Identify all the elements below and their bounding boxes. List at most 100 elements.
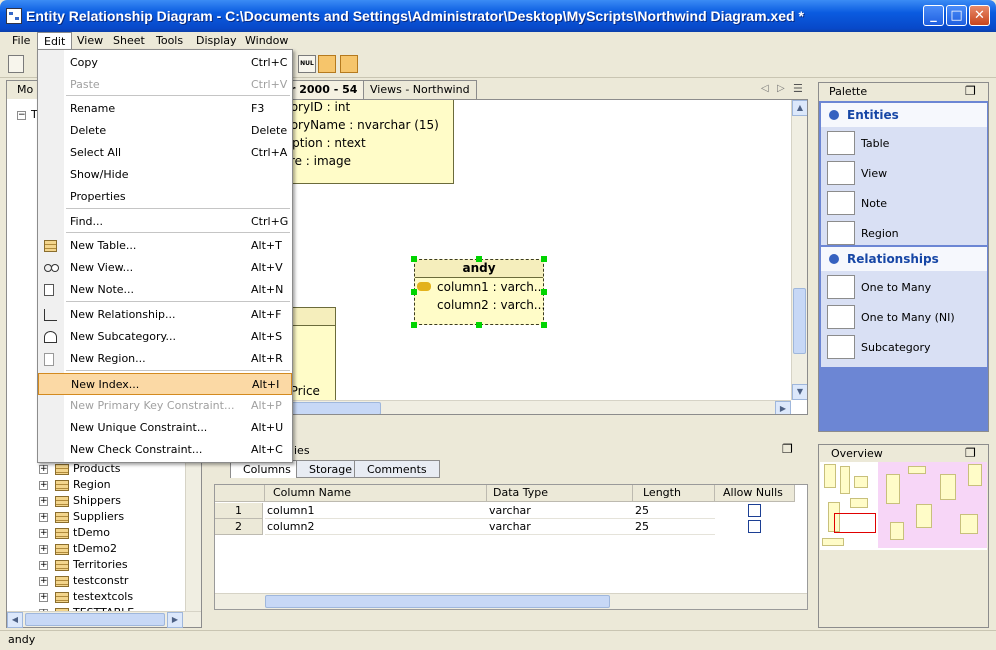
- allow-nulls-checkbox[interactable]: [748, 504, 761, 517]
- palette-item[interactable]: Note: [821, 189, 987, 219]
- maximize-button[interactable]: □: [946, 5, 967, 26]
- selection-handle[interactable]: [541, 322, 547, 328]
- scroll-thumb[interactable]: [793, 288, 806, 354]
- scroll-thumb[interactable]: [265, 595, 610, 608]
- tree-expand-icon[interactable]: +: [39, 529, 48, 538]
- tree-expand-icon[interactable]: −: [17, 111, 26, 120]
- selection-handle[interactable]: [411, 256, 417, 262]
- menu-item-paste[interactable]: Paste Ctrl+V: [38, 74, 292, 96]
- nullable-toggle-button[interactable]: NUL: [298, 55, 316, 73]
- menu-window[interactable]: Window: [239, 32, 294, 50]
- tree-item-table[interactable]: + tDemo2: [7, 541, 177, 557]
- menu-item-show-hide[interactable]: Show/Hide: [38, 164, 292, 186]
- selection-handle[interactable]: [476, 256, 482, 262]
- diagram-canvas[interactable]: tegoryID : int tegoryName : nvarchar (15…: [205, 99, 808, 415]
- show-columns-icon[interactable]: [318, 55, 336, 73]
- canvas-vertical-scrollbar[interactable]: ▲ ▼: [791, 100, 807, 400]
- tab-views-northwind[interactable]: Views - Northwind: [363, 80, 477, 99]
- menu-display[interactable]: Display: [190, 32, 243, 50]
- menu-item-properties[interactable]: Properties: [38, 186, 292, 208]
- scroll-up-arrow[interactable]: ▲: [792, 100, 807, 116]
- selection-handle[interactable]: [541, 289, 547, 295]
- collapse-icon[interactable]: [829, 110, 839, 120]
- close-button[interactable]: ✕: [969, 5, 990, 26]
- row-number[interactable]: 1: [215, 503, 263, 519]
- menu-item-select-all[interactable]: Select All Ctrl+A: [38, 142, 292, 164]
- tree-expand-icon[interactable]: +: [39, 545, 48, 554]
- palette-group-title[interactable]: Relationships: [821, 247, 987, 271]
- tab-scroll-right-icon[interactable]: ▷: [777, 83, 785, 94]
- menu-file[interactable]: File: [6, 32, 36, 50]
- cell-column-name[interactable]: column2: [265, 519, 487, 535]
- column-header-name[interactable]: Column Name: [265, 485, 487, 502]
- entity-andy[interactable]: andy column1 : varch... column2 : varch.…: [414, 259, 545, 325]
- row-number[interactable]: 2: [215, 519, 263, 535]
- scroll-thumb[interactable]: [25, 613, 165, 626]
- menu-item-new-unique-constraint[interactable]: New Unique Constraint... Alt+U: [38, 417, 292, 439]
- menu-view[interactable]: View: [71, 32, 109, 50]
- scroll-down-arrow[interactable]: ▼: [792, 384, 807, 400]
- save-icon[interactable]: [8, 55, 24, 73]
- column-header-allow-nulls[interactable]: Allow Nulls: [715, 485, 795, 502]
- canvas-horizontal-scrollbar[interactable]: ▶: [206, 400, 791, 414]
- menu-item-new-relationship[interactable]: New Relationship... Alt+F: [38, 304, 292, 326]
- palette-item[interactable]: Subcategory: [821, 333, 987, 363]
- tree-expand-icon[interactable]: +: [39, 513, 48, 522]
- tree-expand-icon[interactable]: +: [39, 577, 48, 586]
- menu-item-new-region[interactable]: New Region... Alt+R: [38, 348, 292, 370]
- menu-item-new-view[interactable]: New View... Alt+V: [38, 257, 292, 279]
- tree-item-table[interactable]: + Products: [7, 461, 177, 477]
- tab-diagram-active[interactable]: r 2000 - 54: [283, 80, 365, 99]
- menu-item-delete[interactable]: Delete Delete: [38, 120, 292, 142]
- show-keys-icon[interactable]: [340, 55, 358, 73]
- minimize-button[interactable]: _: [923, 5, 944, 26]
- entity-categories[interactable]: tegoryID : int tegoryName : nvarchar (15…: [266, 100, 454, 184]
- model-pane-horizontal-scrollbar[interactable]: ◀ ▶: [7, 611, 201, 628]
- menu-item-new-table[interactable]: New Table... Alt+T: [38, 235, 292, 257]
- menu-item-new-note[interactable]: New Note... Alt+N: [38, 279, 292, 301]
- cell-length[interactable]: 25: [633, 519, 715, 535]
- selection-handle[interactable]: [541, 256, 547, 262]
- palette-group-title[interactable]: Entities: [821, 103, 987, 127]
- tree-expand-icon[interactable]: +: [39, 593, 48, 602]
- tree-item-table[interactable]: + testextcols: [7, 589, 177, 605]
- grid-horizontal-scrollbar[interactable]: [215, 593, 807, 609]
- collapse-icon[interactable]: [829, 254, 839, 264]
- menu-item-rename[interactable]: Rename F3: [38, 98, 292, 120]
- tab-list-icon[interactable]: ☰: [793, 82, 803, 95]
- maximize-pane-icon[interactable]: ❐: [782, 442, 793, 456]
- scroll-right-arrow[interactable]: ▶: [167, 612, 183, 628]
- maximize-pane-icon[interactable]: ❐: [965, 84, 976, 98]
- tab-scroll-left-icon[interactable]: ◁: [761, 83, 769, 94]
- menu-item-new-subcategory[interactable]: New Subcategory... Alt+S: [38, 326, 292, 348]
- tab-comments[interactable]: Comments: [354, 460, 440, 478]
- tree-expand-icon[interactable]: +: [39, 465, 48, 474]
- palette-item[interactable]: Table: [821, 129, 987, 159]
- tree-expand-icon[interactable]: +: [39, 481, 48, 490]
- cell-length[interactable]: 25: [633, 503, 715, 519]
- tree-item-table[interactable]: + Region: [7, 477, 177, 493]
- scroll-left-arrow[interactable]: ◀: [7, 612, 23, 628]
- tree-item-table[interactable]: + Territories: [7, 557, 177, 573]
- menu-tools[interactable]: Tools: [150, 32, 189, 50]
- menu-sheet[interactable]: Sheet: [107, 32, 151, 50]
- selection-handle[interactable]: [411, 322, 417, 328]
- palette-item[interactable]: One to Many (NI): [821, 303, 987, 333]
- scroll-right-arrow[interactable]: ▶: [775, 401, 791, 414]
- selection-handle[interactable]: [411, 289, 417, 295]
- overview-viewport[interactable]: [834, 513, 876, 533]
- menu-item-copy[interactable]: Copy Ctrl+C: [38, 52, 292, 74]
- allow-nulls-checkbox[interactable]: [748, 520, 761, 533]
- cell-data-type[interactable]: varchar: [487, 519, 633, 535]
- tree-expand-icon[interactable]: +: [39, 497, 48, 506]
- tree-item-table[interactable]: + tDemo: [7, 525, 177, 541]
- menu-edit[interactable]: Edit: [37, 32, 73, 50]
- column-header-length[interactable]: Length: [633, 485, 715, 502]
- menu-item-new-check-constraint[interactable]: New Check Constraint... Alt+C: [38, 439, 292, 461]
- palette-item[interactable]: Region: [821, 219, 987, 249]
- palette-item[interactable]: View: [821, 159, 987, 189]
- cell-column-name[interactable]: column1: [265, 503, 487, 519]
- palette-item[interactable]: One to Many: [821, 273, 987, 303]
- tree-item-table[interactable]: + Shippers: [7, 493, 177, 509]
- maximize-pane-icon[interactable]: ❐: [965, 446, 976, 460]
